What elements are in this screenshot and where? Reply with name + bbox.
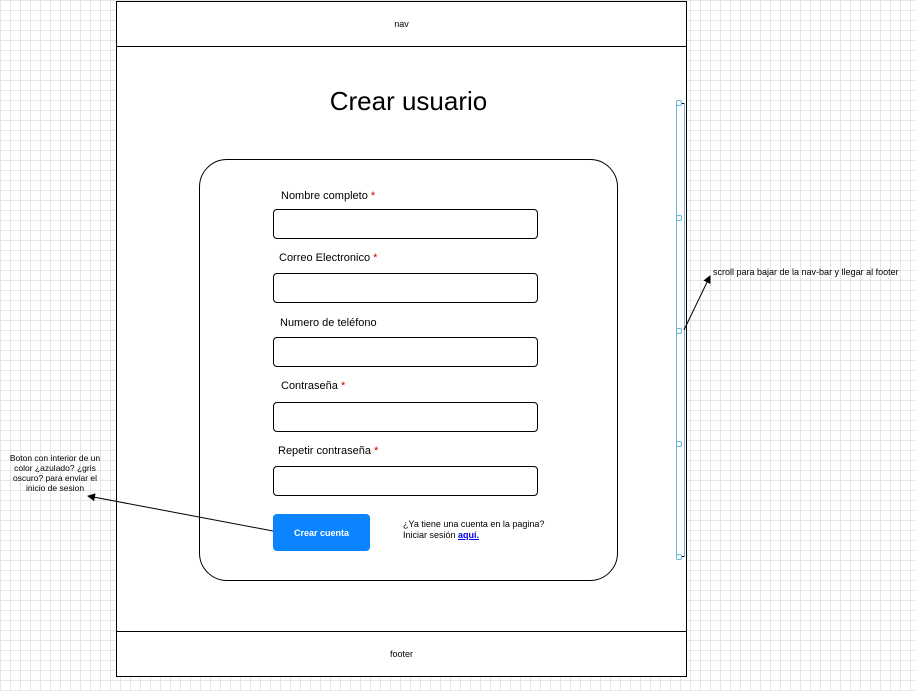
button-arrow <box>87 493 274 532</box>
scroll-arrow <box>683 275 711 331</box>
annotation-arrows <box>87 275 711 532</box>
